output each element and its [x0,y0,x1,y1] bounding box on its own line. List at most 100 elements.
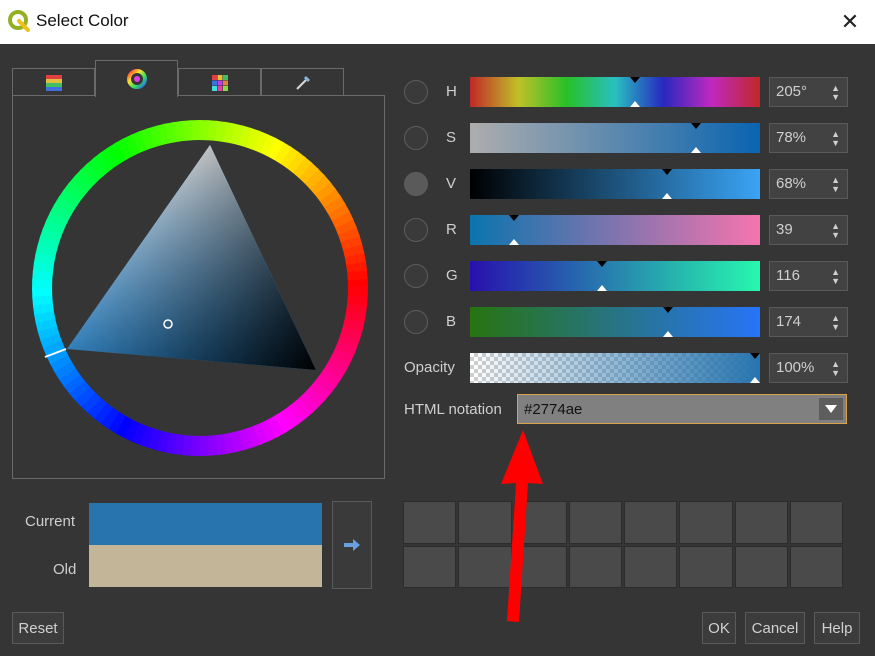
blue-slider[interactable] [470,307,760,337]
channel-row-value: V 68% ▲ ▼ [403,169,848,199]
spin-arrows-icon[interactable]: ▲ ▼ [831,222,840,240]
window-title: Select Color [36,11,129,30]
swatch-cell[interactable] [624,545,678,588]
swatch-cell[interactable] [458,501,512,544]
swatch-cell[interactable] [679,501,733,544]
opacity-slider[interactable] [470,353,760,383]
help-button[interactable]: Help [814,612,860,644]
cancel-button[interactable]: Cancel [745,612,805,644]
tab-color-ramp[interactable] [12,68,95,96]
blue-label: B [446,313,457,330]
swatch-cell[interactable] [403,545,457,588]
hue-value: 205° [776,83,808,100]
red-spinbox[interactable]: 39 ▲ ▼ [769,215,848,245]
spin-arrows-icon[interactable]: ▲ ▼ [831,268,840,286]
html-notation-value[interactable]: #2774ae [524,401,582,418]
radio-red[interactable] [404,218,428,242]
swatch-grid-icon [211,74,228,91]
spin-arrows-icon[interactable]: ▲ ▼ [831,314,840,332]
eyedropper-icon [295,75,310,90]
red-slider[interactable] [470,215,760,245]
radio-saturation[interactable] [404,126,428,150]
ok-button[interactable]: OK [702,612,736,644]
swatch-cell[interactable] [679,545,733,588]
arrow-right-icon [344,539,360,551]
hue-slider[interactable] [470,77,760,107]
swatch-cell[interactable] [513,501,567,544]
color-wheel[interactable] [30,118,370,458]
opacity-slider-marker [750,353,760,359]
channel-row-saturation: S 78% ▲ ▼ [403,123,848,153]
hue-ring-segment[interactable] [347,286,368,297]
red-slider-marker [509,215,520,221]
swatch-cell[interactable] [403,501,457,544]
green-value: 116 [776,267,800,284]
channel-row-red: R 39 ▲ ▼ [403,215,848,245]
hue-spinbox[interactable]: 205° ▲ ▼ [769,77,848,107]
radio-green[interactable] [404,264,428,288]
value-label: V [446,175,457,192]
palette-list-icon [45,74,62,91]
tab-swatch-grid[interactable] [178,68,261,96]
channel-row-hue: H 205° ▲ ▼ [403,77,848,107]
green-spinbox[interactable]: 116 ▲ ▼ [769,261,848,291]
saturation-label: S [446,129,457,146]
swatch-cell[interactable] [624,501,678,544]
radio-blue[interactable] [404,310,428,334]
red-value: 39 [776,221,793,238]
saturation-slider[interactable] [470,123,760,153]
color-mode-tabs [12,60,384,97]
old-color-label: Old [53,561,77,578]
spin-arrows-icon[interactable]: ▲ ▼ [831,176,840,194]
swatch-cell[interactable] [458,545,512,588]
value-slider[interactable] [470,169,760,199]
blue-value: 174 [776,313,802,330]
chevron-down-icon[interactable] [819,398,843,420]
red-label: R [446,221,457,238]
saturation-slider-marker [691,123,702,129]
channel-row-blue: B 174 ▲ ▼ [403,307,848,337]
radio-hue[interactable] [404,80,428,104]
color-wheel-icon [126,69,147,89]
html-notation-combobox[interactable]: #2774ae [517,394,847,424]
title-bar: Select Color ✕ [0,0,875,44]
swatch-cell[interactable] [734,501,788,544]
swatch-cell[interactable] [734,545,788,588]
blue-spinbox[interactable]: 174 ▲ ▼ [769,307,848,337]
close-icon[interactable]: ✕ [837,8,863,36]
value-spinbox[interactable]: 68% ▲ ▼ [769,169,848,199]
value-slider-marker [662,169,673,175]
old-color-swatch[interactable] [89,545,322,587]
swatch-cell[interactable] [568,545,622,588]
value-value: 68% [776,175,807,192]
opacity-spinbox[interactable]: 100% ▲ ▼ [769,353,848,383]
hue-slider-marker [630,77,640,83]
saturation-spinbox[interactable]: 78% ▲ ▼ [769,123,848,153]
html-notation-label: HTML notation [404,401,502,418]
radio-value[interactable] [404,172,428,196]
spin-arrows-icon[interactable]: ▲ ▼ [831,130,840,148]
green-slider[interactable] [470,261,760,291]
qgis-logo-icon [8,10,30,32]
reset-button[interactable]: Reset [12,612,64,644]
opacity-value: 100% [776,359,815,376]
swatch-cell[interactable] [513,545,567,588]
spin-arrows-icon[interactable]: ▲ ▼ [831,84,840,102]
tab-color-wheel[interactable] [95,60,178,97]
saturation-value: 78% [776,129,807,146]
green-label: G [446,267,458,284]
current-color-swatch [89,503,322,545]
blue-slider-marker [662,307,673,313]
hue-label: H [446,83,457,100]
current-color-label: Current [25,513,76,530]
tab-color-picker[interactable] [261,68,344,96]
channel-row-green: G 116 ▲ ▼ [403,261,848,291]
custom-color-swatches [403,501,843,588]
swatch-cell[interactable] [568,501,622,544]
add-to-swatches-button[interactable] [332,501,372,589]
swatch-cell[interactable] [789,501,843,544]
green-slider-marker [596,261,607,267]
swatch-cell[interactable] [789,545,843,588]
spin-arrows-icon[interactable]: ▲ ▼ [831,360,840,378]
saturation-value-triangle[interactable] [67,145,316,370]
